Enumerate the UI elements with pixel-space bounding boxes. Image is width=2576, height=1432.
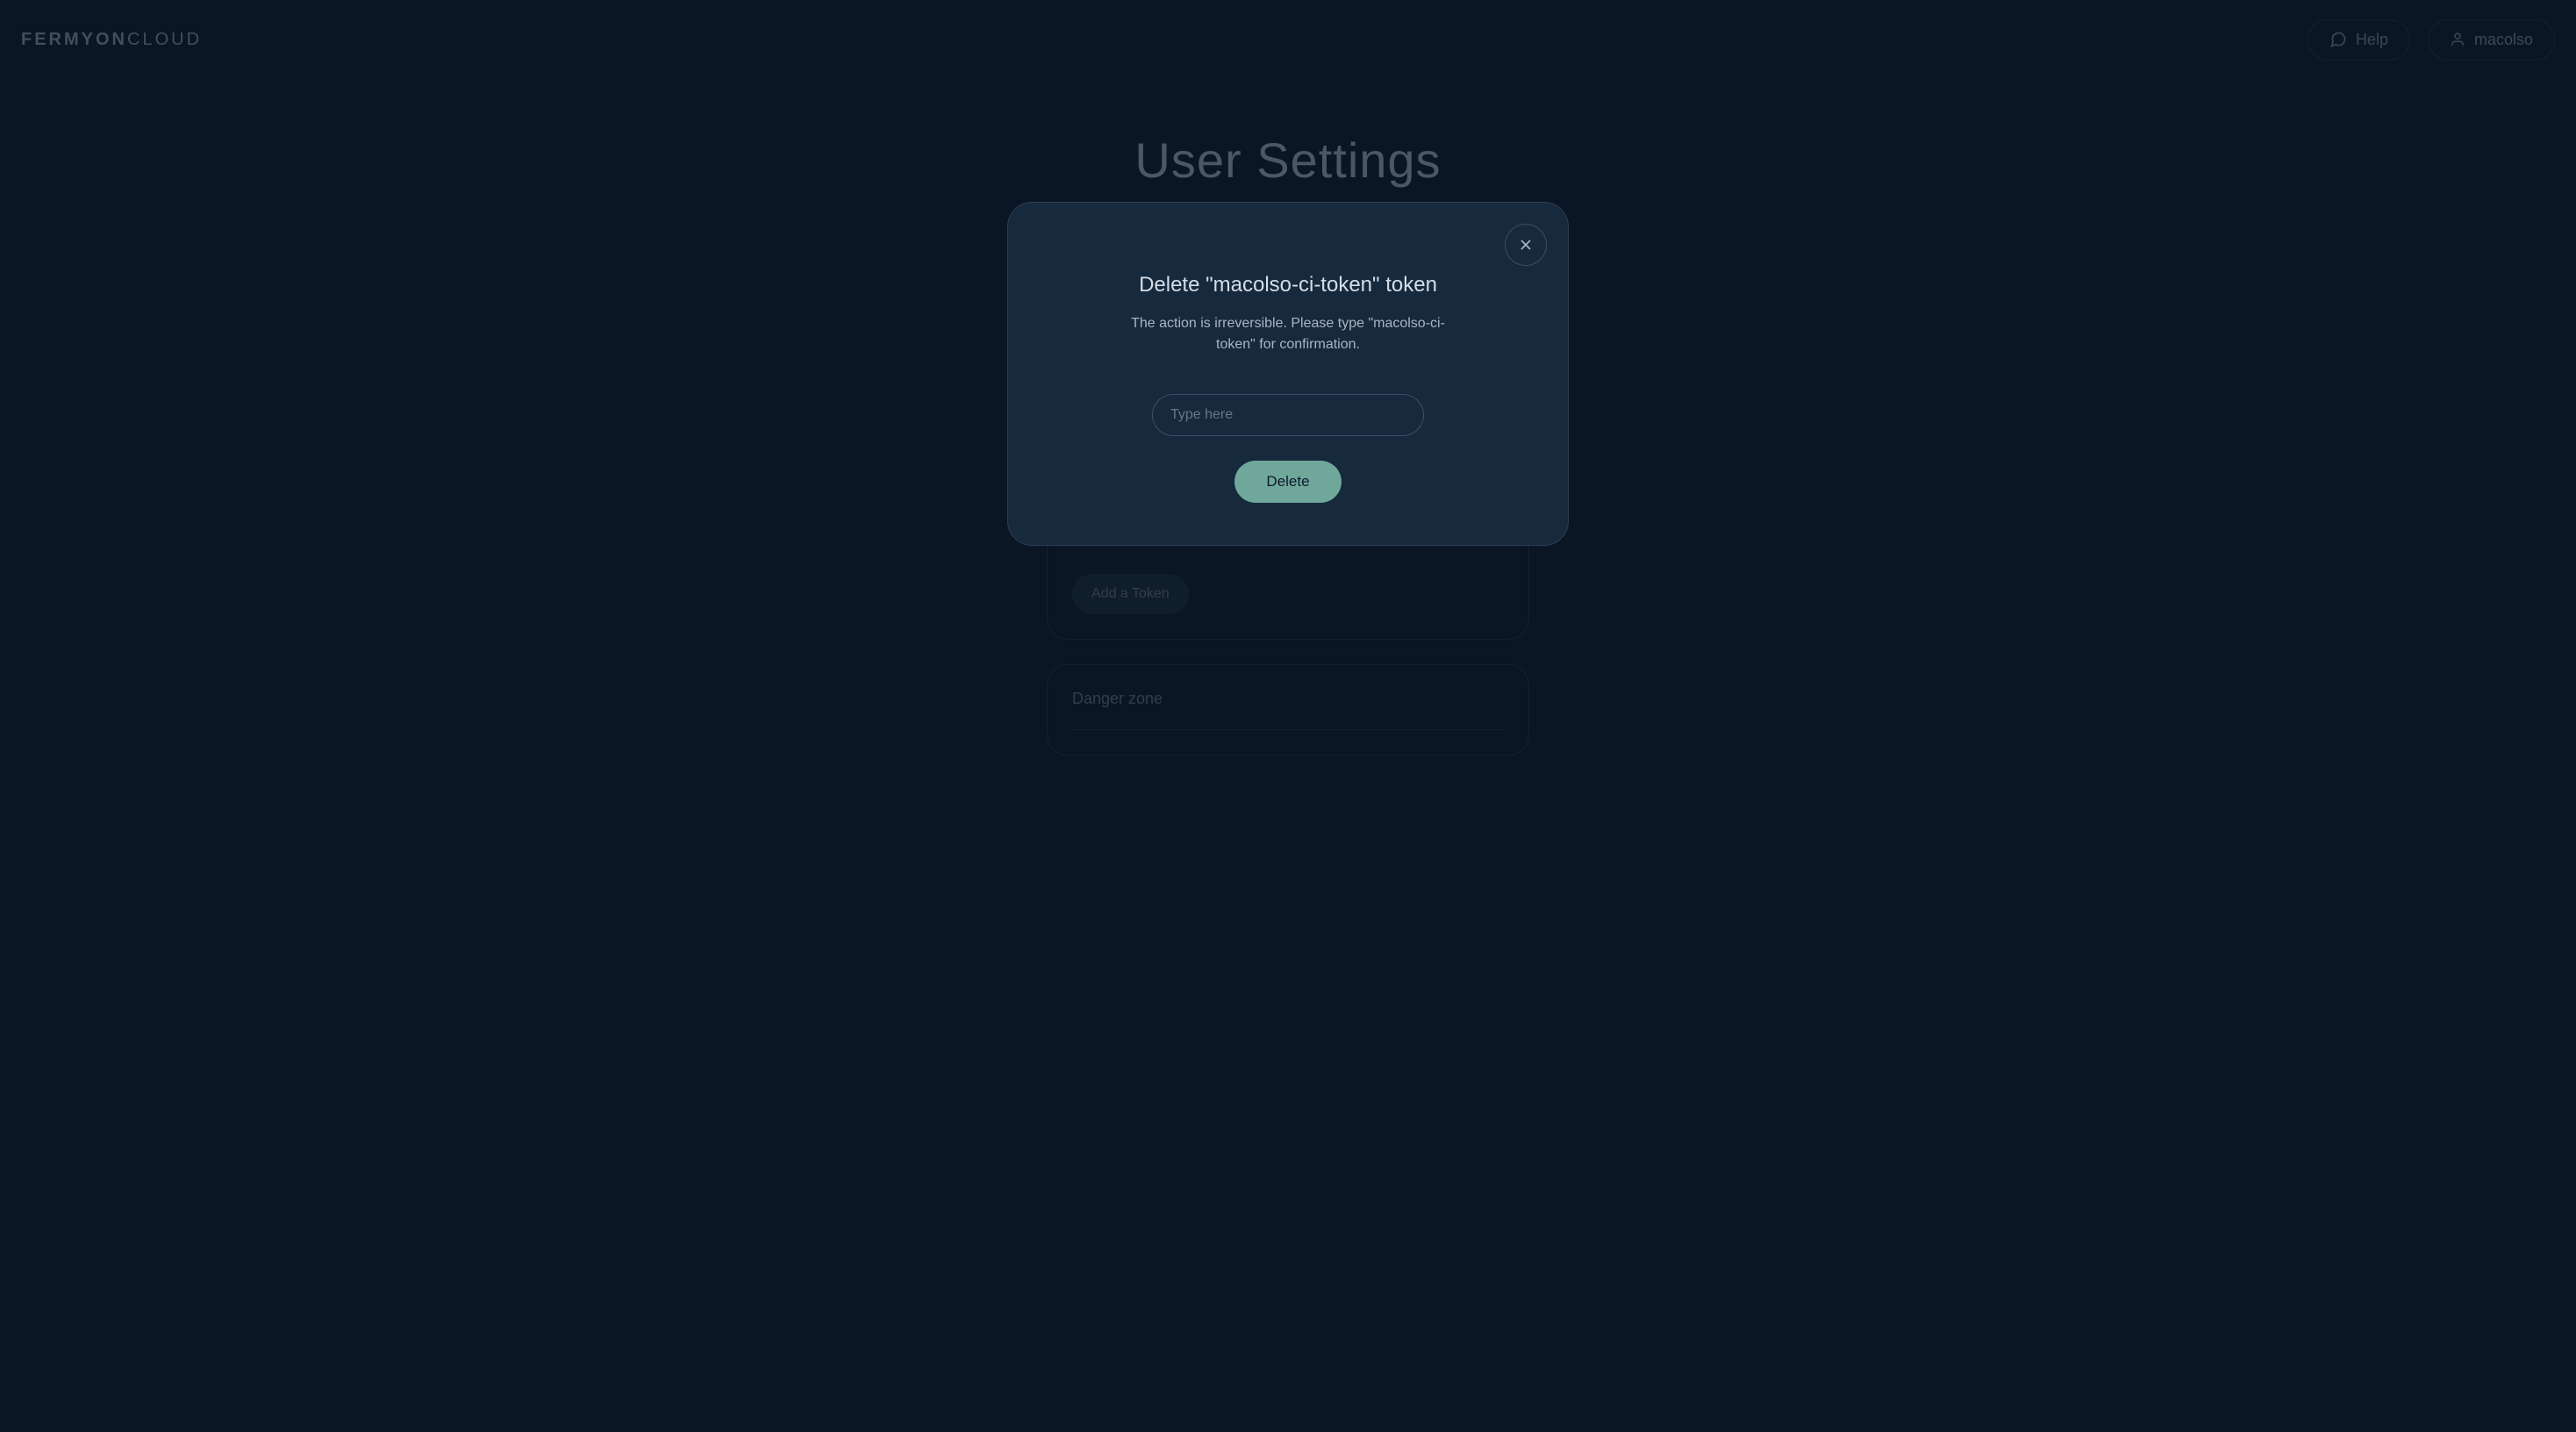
- modal-title: Delete "macolso-ci-token" token: [1139, 273, 1437, 297]
- close-icon: [1517, 236, 1535, 254]
- delete-token-modal: Delete "macolso-ci-token" token The acti…: [1007, 202, 1569, 546]
- modal-overlay: Delete "macolso-ci-token" token The acti…: [0, 0, 2576, 1432]
- modal-description: The action is irreversible. Please type …: [1113, 313, 1463, 355]
- confirmation-input[interactable]: [1152, 394, 1424, 436]
- confirm-delete-button[interactable]: Delete: [1234, 461, 1341, 503]
- close-modal-button[interactable]: [1505, 224, 1547, 266]
